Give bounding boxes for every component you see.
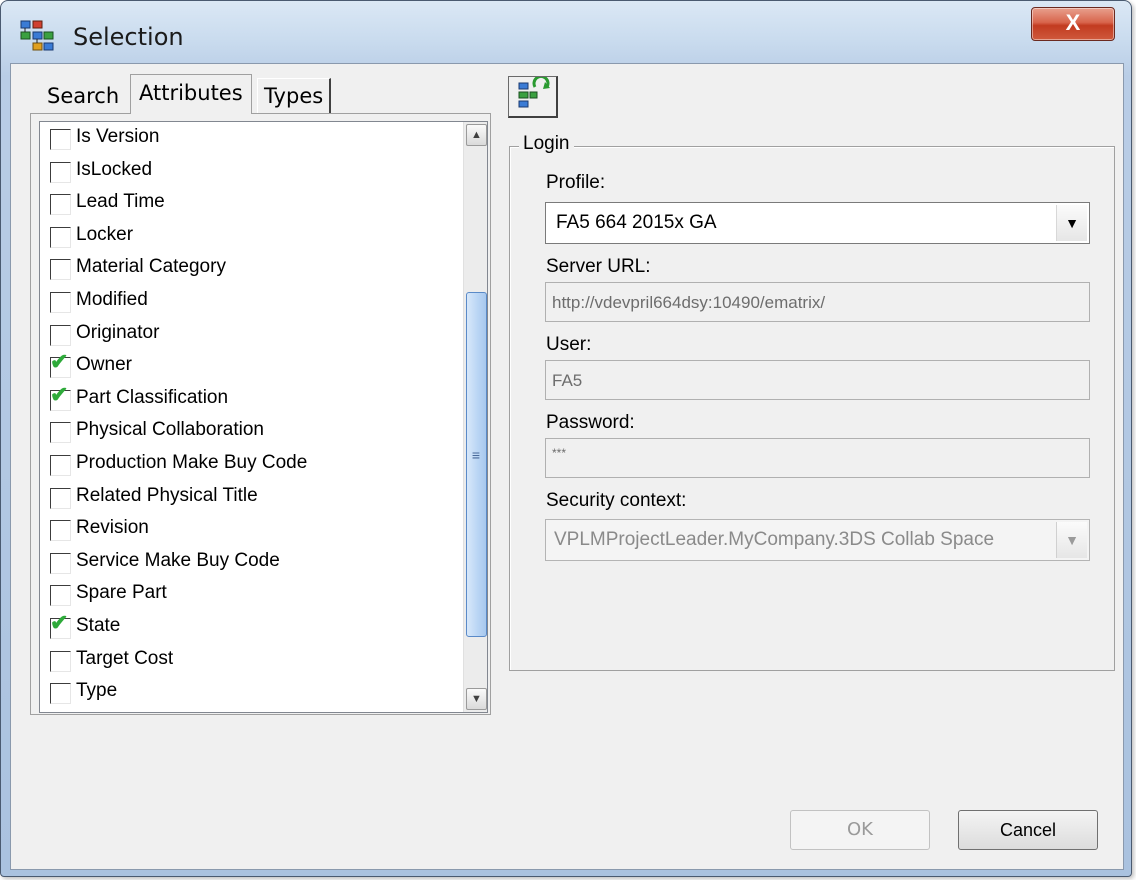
list-item-label: Owner (76, 354, 132, 376)
list-item[interactable]: Material Category (40, 253, 460, 285)
list-item-label: Part Classification (76, 386, 229, 408)
checkbox[interactable] (50, 487, 71, 509)
scroll-down-arrow-icon[interactable]: ▼ (466, 688, 487, 710)
list-item-label: Lead Time (76, 191, 165, 213)
list-item[interactable]: Originator (40, 319, 460, 351)
list-item-label: Material Category (76, 256, 226, 278)
checkbox[interactable] (50, 161, 71, 183)
list-item-label: Revision (76, 517, 149, 539)
list-item[interactable]: Locker (40, 221, 460, 253)
window-title: Selection (73, 23, 184, 51)
checkbox[interactable] (50, 129, 71, 150)
selection-dialog: Selection X Search Attributes Types Is V… (0, 0, 1132, 877)
server-url-field[interactable]: http://vdevpril664dsy:10490/ematrix/ (545, 282, 1090, 322)
list-item-label: Service Make Buy Code (76, 549, 280, 571)
password-label: Password: (546, 412, 635, 433)
password-field[interactable]: *** (545, 438, 1090, 478)
chevron-down-icon[interactable]: ▼ (1056, 522, 1087, 558)
scroll-up-arrow-icon[interactable]: ▲ (466, 124, 487, 146)
list-item-label: Originator (76, 321, 160, 343)
list-item[interactable]: Service Make Buy Code (40, 547, 460, 579)
list-scrollbar[interactable]: ▲ ≡ ▼ (463, 122, 487, 712)
checkbox[interactable] (50, 324, 71, 346)
checkmark-icon: ✔ (50, 349, 69, 375)
user-label: User: (546, 334, 592, 355)
server-url-label: Server URL: (546, 256, 651, 277)
list-item-label: Related Physical Title (76, 484, 258, 506)
login-legend: Login (519, 133, 574, 155)
user-field[interactable]: FA5 (545, 360, 1090, 400)
tab-types[interactable]: Types (257, 78, 332, 115)
cancel-button[interactable]: Cancel (958, 810, 1098, 850)
list-item[interactable]: Production Make Buy Code (40, 449, 460, 481)
list-item[interactable]: Spare Part (40, 579, 460, 611)
list-item-label: Production Make Buy Code (76, 452, 308, 473)
list-item-label: Spare Part (76, 582, 167, 604)
checkmark-icon: ✔ (50, 381, 69, 407)
checkbox[interactable] (50, 259, 71, 281)
list-item-label: Target Cost (76, 647, 174, 669)
list-item[interactable]: Related Physical Title (40, 482, 460, 514)
list-item[interactable]: Modified (40, 286, 460, 318)
security-context-dropdown[interactable]: VPLMProjectLeader.MyCompany.3DS Collab S… (545, 519, 1090, 561)
list-item[interactable]: Is Version (40, 123, 460, 155)
scrollbar-thumb[interactable]: ≡ (466, 292, 487, 637)
tab-attributes[interactable]: Attributes (130, 74, 252, 114)
list-item-label: Type (76, 680, 118, 702)
tree-structure-icon (19, 19, 55, 55)
list-item[interactable]: ✔ Part Classification (40, 381, 460, 416)
attributes-checklist[interactable]: Is Version IsLocked Lead Time Locker Materia… (39, 121, 488, 713)
list-item[interactable]: Revision (40, 514, 460, 546)
list-item-label: IsLocked (76, 158, 153, 180)
checkbox[interactable] (50, 292, 71, 313)
checkbox[interactable] (50, 226, 71, 248)
checkbox[interactable] (50, 455, 71, 476)
list-item-label: State (76, 615, 121, 636)
chevron-down-icon[interactable]: ▼ (1056, 205, 1087, 241)
list-item[interactable]: IsLocked (40, 156, 460, 188)
list-item-label: Locker (76, 223, 134, 245)
profile-dropdown[interactable]: FA5 664 2015x GA ▼ (545, 202, 1090, 244)
title-bar[interactable]: Selection X (1, 1, 1131, 63)
checkbox[interactable] (50, 552, 71, 574)
ok-button[interactable]: OK (790, 810, 930, 850)
checkbox[interactable] (50, 585, 71, 607)
close-button[interactable]: X (1031, 7, 1115, 41)
list-item[interactable]: ✔ Owner (40, 349, 460, 383)
close-icon: X (1065, 10, 1081, 35)
list-item[interactable]: Unit of Measure (40, 710, 460, 712)
grip-icon: ≡ (471, 447, 481, 463)
tree-refresh-icon (518, 74, 550, 108)
checkbox[interactable] (50, 520, 71, 542)
security-context-value: VPLMProjectLeader.MyCompany.3DS Collab S… (554, 529, 995, 550)
checkbox[interactable] (50, 194, 71, 216)
checkbox[interactable] (50, 650, 71, 672)
list-item[interactable]: ✔ State (40, 610, 460, 644)
list-item-label: Modified (76, 289, 148, 310)
list-item[interactable]: Physical Collaboration (40, 416, 460, 448)
dialog-client-area: Search Attributes Types Is Version IsLock… (10, 63, 1124, 870)
attributes-tab-panel: Is Version IsLocked Lead Time Locker Materia… (30, 113, 491, 715)
list-item[interactable]: Lead Time (40, 188, 460, 220)
checkbox[interactable] (50, 683, 71, 705)
profile-label: Profile: (546, 172, 606, 193)
list-item[interactable]: Target Cost (40, 645, 460, 677)
list-item[interactable]: Type (40, 677, 460, 709)
tab-search[interactable]: Search (41, 79, 125, 113)
profile-value: FA5 664 2015x GA (556, 212, 717, 233)
checkmark-icon: ✔ (50, 610, 69, 635)
list-item-label: Is Version (76, 126, 160, 147)
security-context-label: Security context: (546, 490, 687, 511)
refresh-tree-button[interactable] (508, 74, 558, 118)
list-item-label: Physical Collaboration (76, 419, 264, 441)
checkbox[interactable] (50, 422, 71, 444)
